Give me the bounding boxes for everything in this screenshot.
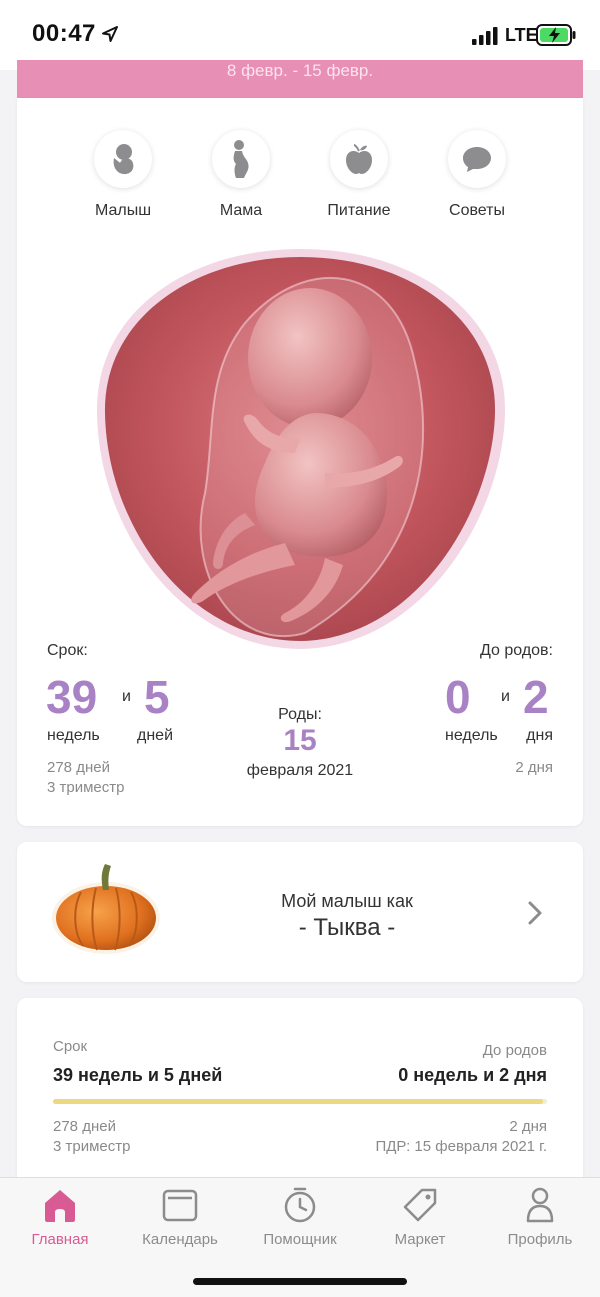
- category-tips[interactable]: Советы: [417, 130, 537, 220]
- progress-total-days: 278 дней: [53, 1118, 116, 1135]
- term-total-days: 278 дней: [47, 759, 110, 776]
- term-weeks-number: 39: [46, 671, 98, 723]
- term-trimester: 3 триместр: [47, 779, 125, 796]
- category-mother-label: Мама: [219, 202, 263, 219]
- category-mother[interactable]: Мама: [181, 130, 301, 220]
- pregnancy-overview-card: Малыш Мама Питание Советы Срок: 39 и 5 н…: [17, 98, 583, 826]
- tab-profile[interactable]: Профиль: [480, 1186, 600, 1248]
- progress-until-value: 0 недель и 2 дня: [398, 1065, 547, 1085]
- calendar-icon: [162, 1189, 198, 1222]
- category-baby-label: Малыш: [94, 202, 152, 219]
- progress-card: Срок 39 недель и 5 дней До родов 0 недел…: [17, 998, 583, 1198]
- term-label: Срок:: [47, 642, 88, 659]
- person-icon: [526, 1187, 554, 1223]
- speech-bubble-icon: [448, 130, 506, 188]
- tab-market[interactable]: Маркет: [360, 1186, 480, 1248]
- until-birth-label: До родов:: [480, 642, 553, 659]
- battery-charging-icon: [536, 24, 576, 46]
- location-arrow-icon: [102, 26, 118, 42]
- pumpkin-icon: [52, 864, 160, 954]
- birth-month-year: февраля 2021: [246, 762, 354, 779]
- birth-day: 15: [283, 724, 317, 757]
- progress-due-date: ПДР: 15 февраля 2021 г.: [375, 1138, 547, 1155]
- signal-bars-icon: [472, 27, 498, 45]
- baby-icon: [94, 130, 152, 188]
- chevron-right-icon: [528, 901, 542, 925]
- tab-home[interactable]: Главная: [0, 1186, 120, 1248]
- category-tips-label: Советы: [449, 202, 505, 219]
- term-days-unit: дней: [137, 727, 174, 744]
- week-range-text: 8 февр. - 15 февр.: [226, 61, 374, 80]
- pregnant-mother-icon: [212, 130, 270, 188]
- baby-size-fruit: - Тыква -: [298, 914, 396, 941]
- progress-term-label: Срок: [53, 1038, 88, 1055]
- until-weeks-unit: недель: [445, 727, 498, 744]
- status-time: 00:47: [32, 20, 96, 47]
- category-baby[interactable]: Малыш: [63, 130, 183, 220]
- stopwatch-icon: [284, 1187, 316, 1223]
- home-icon: [45, 1190, 75, 1222]
- tab-calendar-label: Календарь: [142, 1231, 218, 1248]
- category-nutrition[interactable]: Питание: [299, 130, 419, 220]
- progress-until-label: До родов: [482, 1042, 547, 1059]
- progress-term-value: 39 недель и 5 дней: [53, 1065, 223, 1085]
- tab-market-label: Маркет: [394, 1231, 446, 1248]
- term-weeks-unit: недель: [47, 727, 100, 744]
- until-weeks-number: 0: [445, 671, 471, 723]
- tab-assistant-label: Помощник: [263, 1231, 337, 1248]
- birth-label: Роды:: [278, 706, 322, 723]
- tab-assistant[interactable]: Помощник: [240, 1186, 360, 1248]
- tab-profile-label: Профиль: [507, 1231, 573, 1248]
- until-days-number: 2: [523, 671, 549, 723]
- tag-icon: [403, 1188, 437, 1222]
- progress-trimester: 3 триместр: [53, 1138, 131, 1155]
- term-and: и: [122, 688, 131, 705]
- term-days-number: 5: [144, 671, 170, 723]
- fetus-illustration: [96, 249, 506, 649]
- progress-fill: [53, 1099, 544, 1104]
- category-nutrition-label: Питание: [327, 202, 391, 219]
- progress-remaining-days: 2 дня: [509, 1118, 547, 1135]
- baby-size-title: Мой малыш как: [281, 891, 413, 911]
- until-and: и: [501, 688, 510, 705]
- until-total-days: 2 дня: [515, 759, 553, 776]
- tab-calendar[interactable]: Календарь: [120, 1186, 240, 1248]
- week-range-header: 8 февр. - 15 февр.: [17, 60, 583, 98]
- apple-icon: [330, 130, 388, 188]
- tab-home-label: Главная: [31, 1231, 89, 1248]
- until-days-unit: дня: [526, 727, 553, 744]
- home-indicator[interactable]: [193, 1278, 407, 1285]
- network-type: LTE: [505, 25, 538, 45]
- progress-track: [53, 1099, 547, 1104]
- baby-size-card[interactable]: Мой малыш как - Тыква -: [17, 842, 583, 982]
